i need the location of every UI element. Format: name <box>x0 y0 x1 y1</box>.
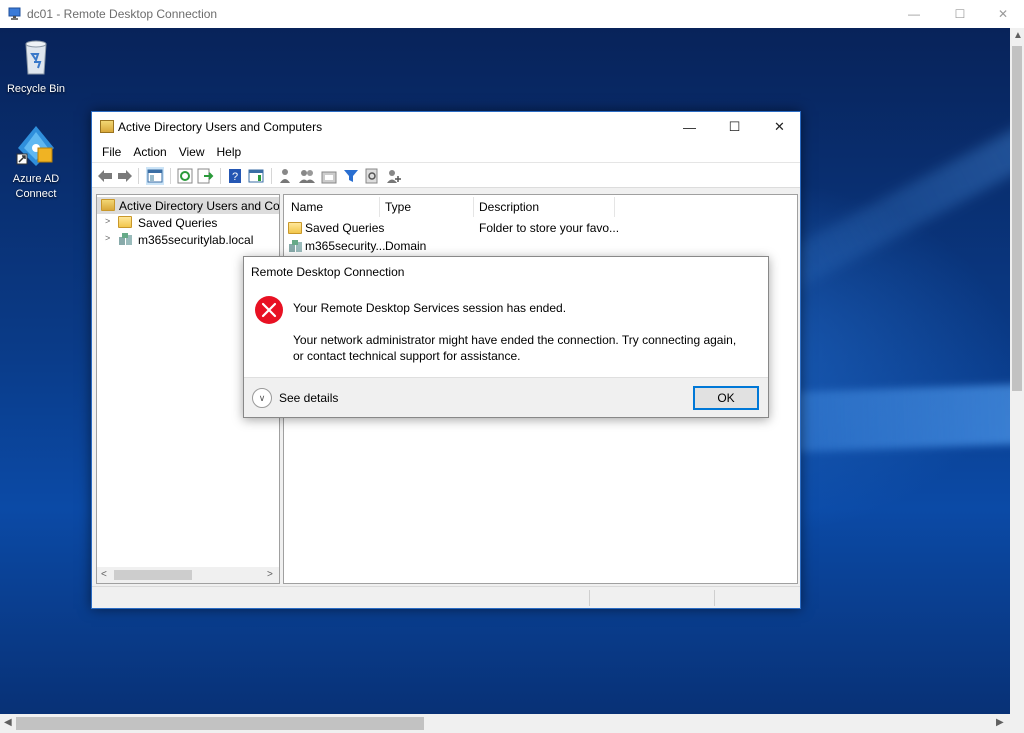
cell-name: m365security... <box>305 239 386 253</box>
refresh-icon[interactable] <box>176 167 194 185</box>
aduc-minimize-button[interactable]: — <box>667 112 712 142</box>
desktop-icon-recycle-bin[interactable]: Recycle Bin <box>0 34 72 97</box>
scroll-right-icon[interactable]: ▶ <box>996 717 1004 728</box>
session-ended-dialog: Remote Desktop Connection Your Remote De… <box>243 256 769 418</box>
rdp-horizontal-scrollbar[interactable]: ◀ ▶ <box>0 714 1024 733</box>
console-tree-icon[interactable] <box>146 167 164 185</box>
tree-horizontal-scrollbar[interactable]: < > <box>97 567 279 583</box>
create-ou-icon[interactable] <box>320 167 338 185</box>
aduc-root-icon <box>101 199 115 211</box>
aduc-titlebar: Active Directory Users and Computers — ☐… <box>92 112 800 142</box>
minimize-icon: — <box>908 7 920 21</box>
scroll-right-icon[interactable]: > <box>267 569 273 580</box>
expand-chevron-icon[interactable]: > <box>105 216 110 226</box>
see-details-label[interactable]: See details <box>279 391 338 405</box>
ok-button[interactable]: OK <box>693 386 759 410</box>
horizontal-scroll-thumb[interactable] <box>16 717 424 730</box>
scroll-left-icon[interactable]: < <box>101 569 107 580</box>
status-separator <box>589 590 590 606</box>
filter-icon[interactable] <box>342 167 360 185</box>
rdp-maximize-button[interactable]: ☐ <box>937 0 983 28</box>
scroll-up-icon[interactable]: ▲ <box>1013 30 1023 41</box>
vertical-scroll-thumb[interactable] <box>1012 46 1022 391</box>
rdp-window-title: dc01 - Remote Desktop Connection <box>27 7 218 21</box>
aduc-window-title: Active Directory Users and Computers <box>118 120 323 134</box>
toolbar: ? <box>92 162 800 188</box>
tree-item-label: Saved Queries <box>138 216 218 230</box>
menu-file[interactable]: File <box>96 145 127 159</box>
create-group-icon[interactable] <box>298 167 316 185</box>
help-icon[interactable]: ? <box>226 167 244 185</box>
desktop-icon-label: Azure AD Connect <box>12 173 60 200</box>
toolbar-separator <box>138 168 139 184</box>
expand-chevron-icon[interactable]: > <box>105 233 110 243</box>
maximize-icon: ☐ <box>954 7 966 21</box>
minimize-icon: — <box>683 119 696 135</box>
menu-view[interactable]: View <box>173 145 211 159</box>
list-item[interactable]: Saved Queries Folder to store your favo.… <box>284 219 797 237</box>
close-icon: ✕ <box>997 7 1009 21</box>
rdp-titlebar: dc01 - Remote Desktop Connection — ☐ ✕ <box>0 0 1024 28</box>
status-separator <box>714 590 715 606</box>
rdp-minimize-button[interactable]: — <box>891 0 937 28</box>
dialog-footer: ∨ See details OK <box>244 377 768 417</box>
azure-ad-connect-icon <box>16 126 54 166</box>
add-to-group-icon[interactable] <box>385 167 403 185</box>
tree-item-domain[interactable]: > m365securitylab.local <box>97 231 279 248</box>
column-header-description[interactable]: Description <box>479 200 539 214</box>
svg-text:?: ? <box>232 171 238 183</box>
menu-help[interactable]: Help <box>211 145 248 159</box>
horizontal-scroll-thumb[interactable] <box>114 570 192 580</box>
forward-arrow-icon[interactable] <box>116 167 134 185</box>
desktop-icon-azure-ad-connect[interactable]: Azure AD Connect <box>0 124 72 202</box>
dialog-title: Remote Desktop Connection <box>251 265 405 279</box>
export-list-icon[interactable] <box>196 167 214 185</box>
aduc-app-icon <box>100 120 114 133</box>
status-bar <box>92 586 800 608</box>
tree-item-label: Active Directory Users and Comp <box>119 199 279 213</box>
create-user-icon[interactable] <box>277 167 295 185</box>
folder-icon <box>288 222 302 234</box>
see-details-toggle[interactable]: ∨ <box>252 388 272 408</box>
close-icon: ✕ <box>774 119 785 134</box>
toolbar-separator <box>170 168 171 184</box>
tree-item-saved-queries[interactable]: > Saved Queries <box>97 214 279 231</box>
find-icon[interactable] <box>363 167 381 185</box>
maximize-icon: ☐ <box>728 119 741 134</box>
show-action-pane-icon[interactable] <box>247 167 265 185</box>
cell-description: Folder to store your favo... <box>479 221 620 235</box>
column-header-name[interactable]: Name <box>291 200 323 214</box>
cell-name: Saved Queries <box>305 221 385 235</box>
rdp-app-icon <box>8 7 21 20</box>
domain-icon <box>289 240 302 252</box>
aduc-close-button[interactable]: ✕ <box>757 112 802 142</box>
rdp-close-button[interactable]: ✕ <box>980 0 1024 28</box>
column-separator[interactable] <box>614 197 615 217</box>
menu-action[interactable]: Action <box>127 145 172 159</box>
domain-icon <box>119 233 132 245</box>
column-separator[interactable] <box>473 197 474 217</box>
column-separator[interactable] <box>379 197 380 217</box>
tree-item-label: m365securitylab.local <box>138 233 254 247</box>
aduc-maximize-button[interactable]: ☐ <box>712 112 757 142</box>
list-item[interactable]: m365security... Domain <box>284 237 797 255</box>
list-header: Name Type Description <box>284 195 797 219</box>
error-icon <box>255 296 283 324</box>
tree-item-aduc-root[interactable]: Active Directory Users and Comp <box>97 197 279 214</box>
recycle-bin-icon <box>25 40 47 75</box>
dialog-message: Your network administrator might have en… <box>293 333 737 363</box>
column-header-type[interactable]: Type <box>385 200 411 214</box>
folder-icon <box>118 216 132 228</box>
back-arrow-icon[interactable] <box>96 167 114 185</box>
chevron-down-icon: ∨ <box>258 392 266 403</box>
cell-type: Domain <box>385 239 427 253</box>
toolbar-separator <box>271 168 272 184</box>
desktop-icon-label: Recycle Bin <box>6 83 66 95</box>
scroll-left-icon[interactable]: ◀ <box>4 717 12 728</box>
rdp-vertical-scrollbar[interactable]: ▲ <box>1010 28 1024 714</box>
toolbar-separator <box>220 168 221 184</box>
dialog-heading: Your Remote Desktop Services session has… <box>293 301 567 315</box>
menu-bar: File Action View Help <box>92 142 800 162</box>
